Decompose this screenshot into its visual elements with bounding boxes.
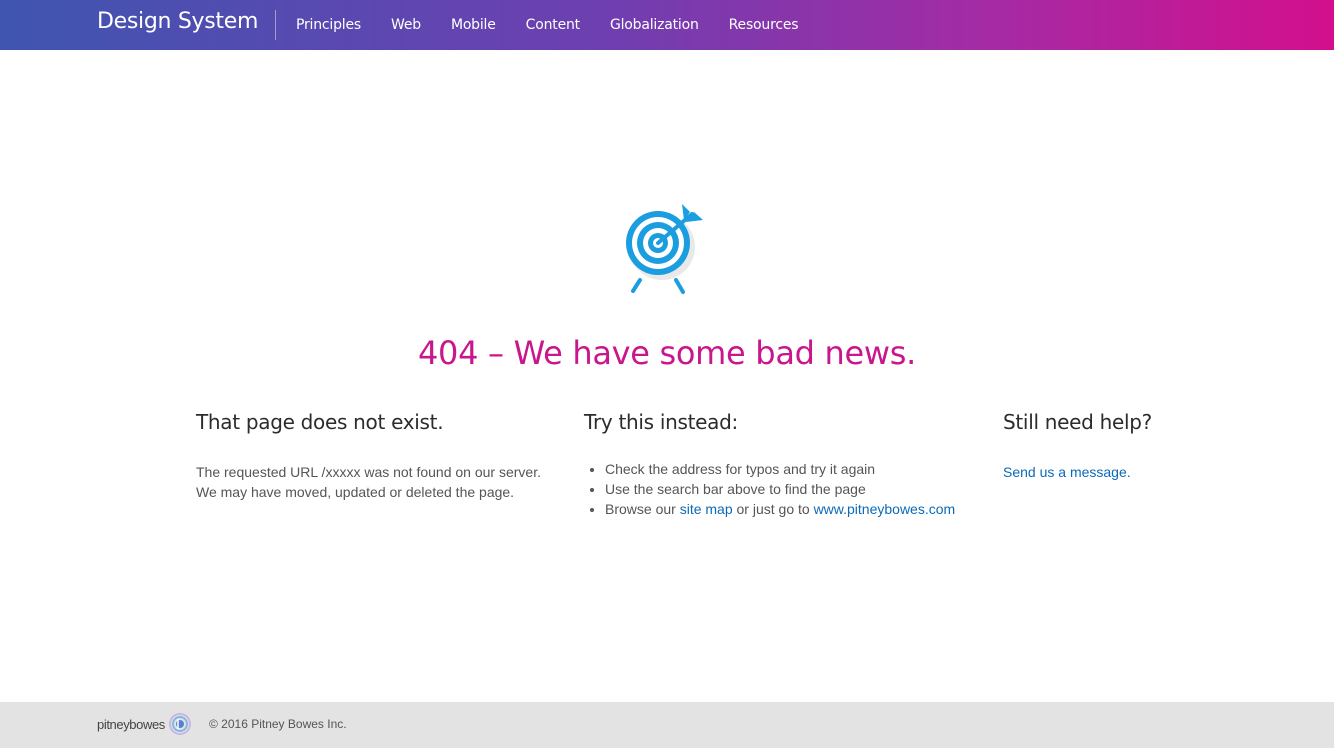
suggestion-text: Browse our <box>605 501 680 517</box>
footer: pitneybowes © 2016 Pitney Bowes Inc. <box>0 702 1334 748</box>
copyright-text: © 2016 Pitney Bowes Inc. <box>209 717 347 731</box>
error-headline: 404 – We have some bad news. <box>417 334 916 372</box>
main-nav: Principles Web Mobile Content Globalizat… <box>296 0 828 50</box>
page-not-exist-line-1: The requested URL /xxxxx was not found o… <box>196 464 541 480</box>
suggestion-text: or just go to <box>732 501 814 517</box>
need-help-title: Still need help? <box>1003 410 1152 434</box>
nav-link-principles[interactable]: Principles <box>296 17 361 33</box>
nav-link-mobile[interactable]: Mobile <box>451 17 496 33</box>
page-not-exist-line-2: We may have moved, updated or deleted th… <box>196 484 515 500</box>
try-instead-title: Try this instead: <box>584 410 738 434</box>
nav-link-content[interactable]: Content <box>526 17 580 33</box>
suggestion-item: Use the search bar above to find the pag… <box>605 479 984 499</box>
send-message-link[interactable]: Send us a message. <box>1003 464 1131 480</box>
brand-logo-link[interactable]: Design System <box>97 9 258 34</box>
nav-link-resources[interactable]: Resources <box>729 17 799 33</box>
top-navigation-bar: Design System Principles Web Mobile Cont… <box>0 0 1334 50</box>
need-help-text: Send us a message. <box>1003 462 1253 482</box>
page-not-exist-text: The requested URL /xxxxx was not found o… <box>196 462 566 502</box>
pitney-bowes-mark-icon <box>168 713 191 735</box>
page-not-exist-title: That page does not exist. <box>196 410 444 434</box>
page-not-exist-section: That page does not exist. The requested … <box>196 410 566 502</box>
suggestion-list: Check the address for typos and try it a… <box>584 459 984 519</box>
target-icon <box>620 198 712 298</box>
pitney-bowes-logo-text: pitneybowes <box>97 716 165 732</box>
try-instead-section: Try this instead: Check the address for … <box>584 410 984 519</box>
brand-divider <box>275 10 276 40</box>
pitney-bowes-logo[interactable]: pitneybowes <box>97 713 191 735</box>
site-map-link[interactable]: site map <box>680 501 733 517</box>
pitneybowes-home-link[interactable]: www.pitneybowes.com <box>814 501 956 517</box>
suggestion-item: Check the address for typos and try it a… <box>605 459 984 479</box>
suggestion-item: Browse our site map or just go to www.pi… <box>605 499 984 519</box>
nav-link-globalization[interactable]: Globalization <box>610 17 699 33</box>
need-help-section: Still need help? Send us a message. <box>1003 410 1253 482</box>
nav-link-web[interactable]: Web <box>391 17 421 33</box>
